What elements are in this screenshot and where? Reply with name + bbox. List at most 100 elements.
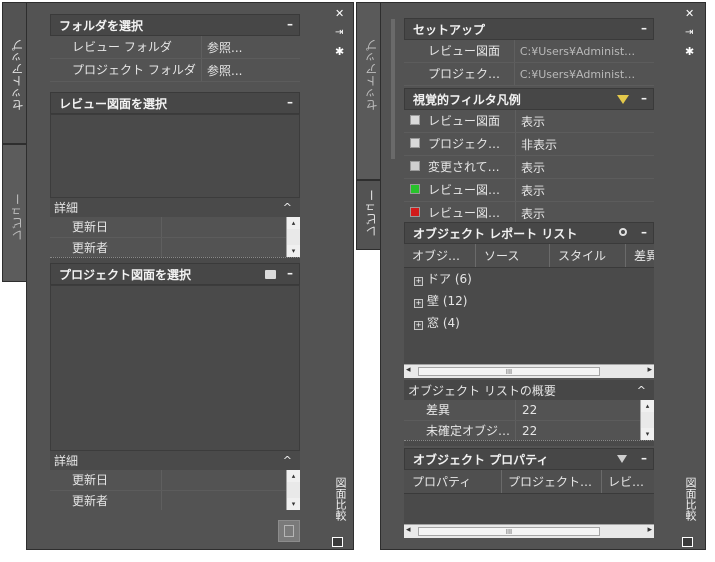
legend-value[interactable]: 表示: [516, 182, 545, 199]
right-palette-frame: セットアップ レビュー ✕ ⇥ ✱ 図面比較 セットアップ – レビュー図面 C…: [356, 2, 706, 550]
zoom-icon[interactable]: [619, 228, 627, 236]
legend-row[interactable]: 変更されて… 表示: [404, 156, 654, 179]
palette-scrollbar[interactable]: [391, 19, 395, 159]
browse-button[interactable]: 参照...: [202, 39, 242, 56]
summary-header[interactable]: オブジェクト リストの概要 ^: [404, 380, 654, 400]
folders-header[interactable]: フォルダを選択 –: [50, 14, 300, 36]
scroll-up-icon[interactable]: ▴: [287, 217, 300, 229]
project-dwg-list[interactable]: [50, 285, 300, 451]
scroll-down-icon[interactable]: ▾: [641, 428, 654, 440]
scroll-up-icon[interactable]: ▴: [287, 470, 300, 482]
collapse-icon[interactable]: –: [641, 91, 647, 105]
tree-item[interactable]: + ドア (6): [404, 268, 654, 290]
details-key: 更新日: [50, 470, 162, 490]
color-swatch[interactable]: [410, 207, 420, 217]
summary-value: 22: [522, 424, 538, 438]
splitter-grip[interactable]: [404, 440, 654, 446]
legend-grid: レビュー図面 表示 プロジェク… 非表示 変更されて… 表示 レビュー図… 表示…: [404, 110, 654, 225]
props-hscrollbar[interactable]: ◂ III ▸: [404, 524, 654, 538]
column-header-project[interactable]: プロジェクト…: [502, 470, 602, 493]
legend-row[interactable]: プロジェク… 非表示: [404, 133, 654, 156]
props-header[interactable]: オブジェクト プロパティ –: [404, 448, 654, 470]
scroll-left-icon[interactable]: ◂: [406, 365, 411, 375]
color-swatch[interactable]: [410, 184, 420, 194]
details-scrollbar[interactable]: ▴ ▾: [286, 217, 300, 257]
collapse-icon[interactable]: –: [641, 451, 647, 465]
close-icon[interactable]: ✕: [685, 7, 694, 20]
tree-item[interactable]: + 窓 (4): [404, 312, 654, 334]
setup-row[interactable]: プロジェク… C:¥Users¥Administ…: [404, 63, 654, 86]
palette-menu-icon[interactable]: [332, 537, 343, 547]
expand-icon[interactable]: +: [414, 277, 423, 286]
report-header[interactable]: オブジェクト レポート リスト –: [404, 222, 654, 244]
collapse-icon[interactable]: –: [287, 17, 293, 31]
column-header-source[interactable]: ソース: [476, 244, 550, 267]
scroll-thumb[interactable]: III: [418, 527, 600, 536]
setup-row[interactable]: レビュー図面 C:¥Users¥Administ…: [404, 40, 654, 63]
scroll-down-icon[interactable]: ▾: [287, 498, 300, 510]
folder-row-review[interactable]: レビュー フォルダ 参照...: [50, 36, 300, 59]
scroll-right-icon[interactable]: ▸: [647, 365, 652, 375]
caret-up-icon[interactable]: ^: [283, 201, 292, 214]
properties-icon[interactable]: ✱: [685, 45, 694, 58]
color-swatch[interactable]: [410, 161, 420, 171]
review-details-header[interactable]: 詳細 ^: [50, 198, 300, 217]
report-title: オブジェクト レポート リスト: [413, 226, 578, 241]
legend-value[interactable]: 非表示: [516, 136, 557, 153]
color-swatch[interactable]: [410, 115, 420, 125]
caret-up-icon[interactable]: ^: [283, 454, 292, 467]
collapse-icon[interactable]: –: [641, 225, 647, 239]
legend-row[interactable]: レビュー図面 表示: [404, 110, 654, 133]
autohide-icon[interactable]: ⇥: [335, 27, 343, 38]
report-hscrollbar[interactable]: ◂ III ▸: [404, 364, 654, 378]
details-row: 更新者: [50, 491, 300, 510]
collapse-icon[interactable]: –: [641, 21, 647, 35]
collapse-icon[interactable]: –: [287, 266, 293, 280]
folder-open-icon[interactable]: [265, 270, 276, 279]
column-header-property[interactable]: プロパティ: [404, 470, 502, 493]
review-dwg-header[interactable]: レビュー図面を選択 –: [50, 92, 300, 114]
scroll-up-icon[interactable]: ▴: [641, 400, 654, 412]
caret-up-icon[interactable]: ^: [637, 384, 646, 397]
project-dwg-header[interactable]: プロジェクト図面を選択 –: [50, 263, 300, 285]
column-header-style[interactable]: スタイル: [550, 244, 626, 267]
expand-icon[interactable]: +: [414, 321, 423, 330]
summary-grid: 差異 22 未確定オブジ… 22 ▴ ▾: [404, 400, 654, 440]
column-header-diff[interactable]: 差異: [626, 244, 654, 267]
collapse-icon[interactable]: –: [287, 95, 293, 109]
column-header-review[interactable]: レビュー…: [602, 470, 654, 493]
tree-item[interactable]: + 壁 (12): [404, 290, 654, 312]
scroll-right-icon[interactable]: ▸: [647, 525, 652, 535]
filter-settings-icon[interactable]: [617, 455, 627, 463]
setup-value[interactable]: C:¥Users¥Administ…: [515, 68, 654, 81]
scroll-down-icon[interactable]: ▾: [287, 245, 300, 257]
report-column-headers: オブジ… ソース スタイル 差異: [404, 244, 654, 268]
legend-header[interactable]: 視覚的フィルタ凡例 –: [404, 88, 654, 110]
scroll-thumb[interactable]: III: [418, 367, 600, 376]
color-swatch[interactable]: [410, 138, 420, 148]
folder-row-project[interactable]: プロジェクト フォルダ 参照...: [50, 59, 300, 82]
close-icon[interactable]: ✕: [335, 7, 344, 20]
filter-icon[interactable]: [617, 95, 629, 104]
review-dwg-list[interactable]: [50, 114, 300, 198]
browse-button[interactable]: 参照...: [202, 62, 242, 79]
legend-value[interactable]: 表示: [516, 205, 545, 222]
expand-icon[interactable]: +: [414, 299, 423, 308]
compare-button[interactable]: [278, 520, 300, 542]
autohide-icon[interactable]: ⇥: [685, 27, 693, 38]
column-header-object[interactable]: オブジ…: [404, 244, 476, 267]
scroll-left-icon[interactable]: ◂: [406, 525, 411, 535]
summary-scrollbar[interactable]: ▴ ▾: [640, 400, 654, 440]
details-scrollbar[interactable]: ▴ ▾: [286, 470, 300, 510]
setup-header[interactable]: セットアップ –: [404, 18, 654, 40]
setup-value[interactable]: C:¥Users¥Administ…: [515, 45, 654, 58]
legend-row[interactable]: レビュー図… 表示: [404, 179, 654, 202]
project-details-header[interactable]: 詳細 ^: [50, 451, 300, 470]
legend-value[interactable]: 表示: [516, 113, 545, 130]
props-list[interactable]: [404, 494, 654, 524]
setup-title: セットアップ: [413, 22, 486, 37]
legend-value[interactable]: 表示: [516, 159, 545, 176]
legend-label: レビュー図面: [428, 114, 501, 128]
properties-icon[interactable]: ✱: [335, 45, 344, 58]
palette-menu-icon[interactable]: [682, 537, 693, 547]
